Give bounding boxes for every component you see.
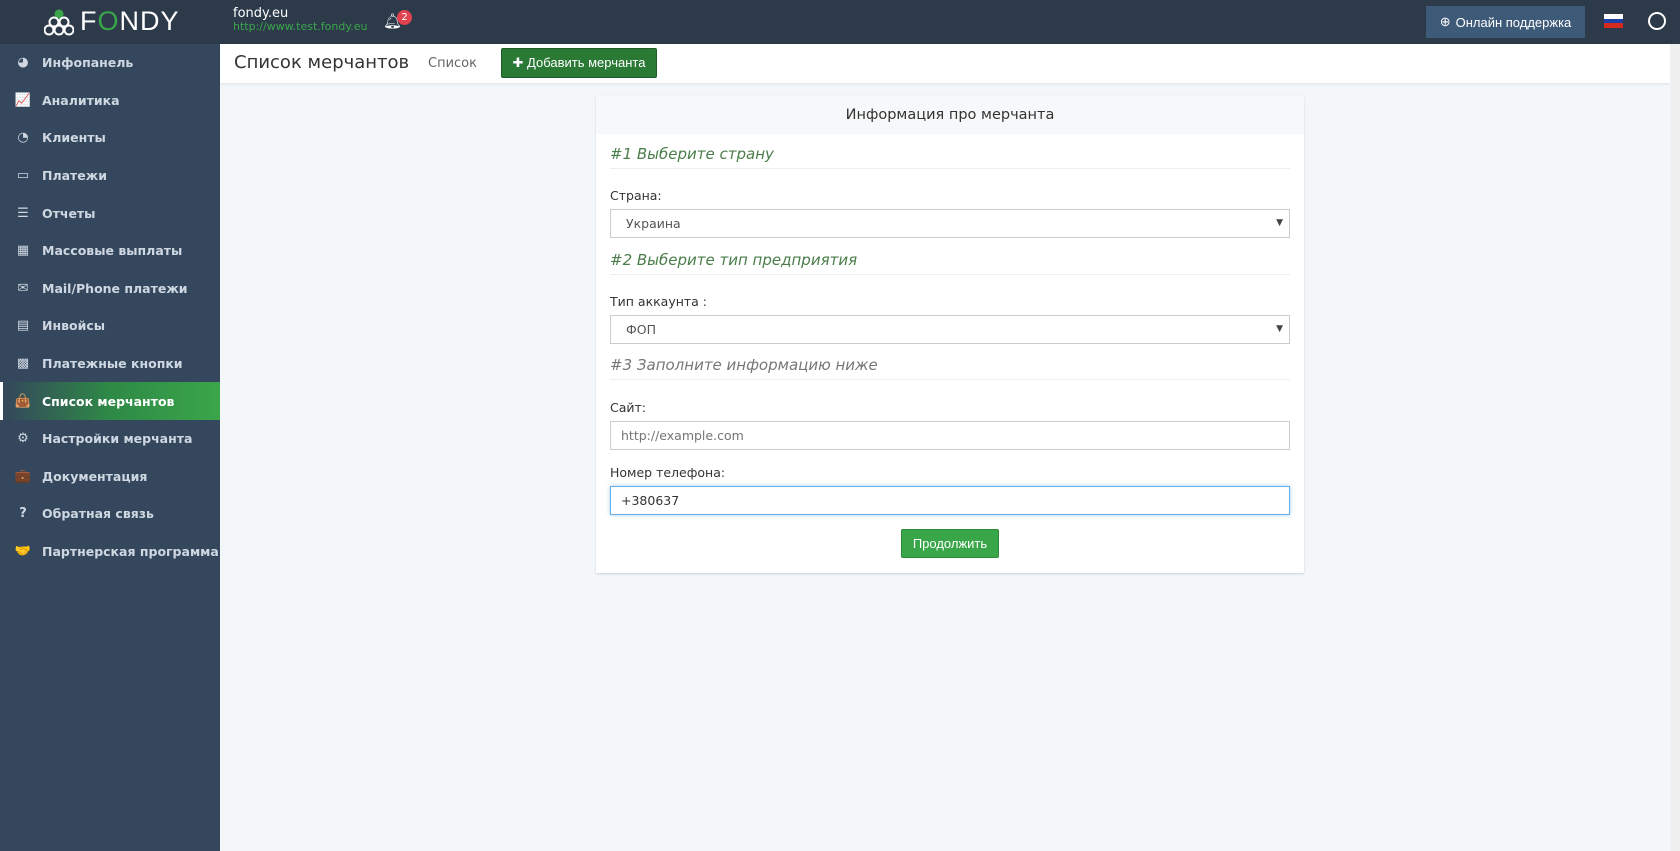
account-type-label: Тип аккаунта :: [610, 294, 708, 309]
sidebar-item-label: Платежи: [42, 168, 107, 184]
shopping-bag-icon: 👜: [14, 393, 32, 409]
file-icon: ▤: [16, 318, 30, 334]
step1-heading: #1 Выберите страну: [610, 145, 1290, 169]
page-title: Список мерчантов: [234, 52, 410, 73]
country-select[interactable]: Украина ▼: [610, 209, 1290, 238]
online-support-button[interactable]: ⊕ Онлайн поддержка: [1426, 6, 1585, 38]
page-header: Список мерчантов Список ✚ Добавить мерча…: [220, 44, 1670, 83]
step3-heading: #3 Заполните информацию ниже: [610, 356, 1290, 380]
logo[interactable]: FONDY: [44, 6, 180, 37]
sidebar-item-label: Отчеты: [42, 205, 96, 221]
sidebar-item[interactable]: ◔ Клиенты: [0, 119, 220, 157]
merchant-info-panel: Информация про мерчанта #1 Выберите стра…: [596, 96, 1304, 573]
add-merchant-label: Добавить мерчанта: [527, 55, 646, 70]
support-label: Онлайн поддержка: [1455, 14, 1572, 30]
pie-chart-icon: ◔: [17, 130, 29, 146]
sidebar-item-label: Партнерская программа: [42, 544, 219, 560]
continue-button[interactable]: Продолжить: [901, 529, 999, 558]
top-bar: FONDY fondy.eu http://www.test.fondy.eu …: [0, 0, 1680, 44]
sidebar-item-label: Платежные кнопки: [42, 356, 183, 372]
briefcase-icon: 💼: [14, 468, 32, 484]
caret-down-icon: ▼: [1276, 324, 1283, 334]
sidebar-item[interactable]: 💼 Документация: [0, 458, 220, 496]
account-type-value: ФОП: [626, 322, 656, 337]
scrollbar[interactable]: [1670, 44, 1680, 851]
sidebar-item-label: Инфопанель: [42, 55, 134, 71]
caret-down-icon: ▼: [1276, 218, 1283, 228]
sidebar-item-label: Список мерчантов: [42, 393, 175, 409]
sidebar-item-label: Документация: [42, 468, 148, 484]
sidebar-item[interactable]: ? Обратная связь: [0, 495, 220, 533]
logo-icon: [44, 9, 74, 35]
sidebar-item-label: Настройки мерчанта: [42, 431, 193, 447]
handshake-icon: 🤝: [14, 544, 32, 560]
site-switcher[interactable]: fondy.eu http://www.test.fondy.eu: [233, 7, 368, 33]
sidebar-item[interactable]: ▭ Платежи: [0, 157, 220, 195]
grid-icon: ▦: [16, 243, 30, 259]
sidebar-item-label: Массовые выплаты: [42, 243, 183, 259]
question-circle-icon: ?: [19, 506, 27, 522]
phone-label: Номер телефона:: [610, 465, 726, 480]
gears-icon: ⚙: [17, 431, 29, 447]
sidebar-item[interactable]: ✉ Mail/Phone платежи: [0, 270, 220, 308]
lifebuoy-icon: ⊕: [1439, 14, 1451, 29]
site-label: Сайт:: [610, 400, 647, 415]
country-label: Страна:: [610, 188, 662, 203]
sidebar-item[interactable]: ◕ Инфопанель: [0, 44, 220, 82]
site-input[interactable]: [610, 421, 1290, 450]
sidebar-item[interactable]: 🤝 Партнерская программа: [0, 533, 220, 571]
site-url: http://www.test.fondy.eu: [233, 20, 368, 33]
country-value: Украина: [626, 216, 681, 231]
envelope-icon: ✉: [17, 280, 29, 296]
sidebar-item[interactable]: 👜 Список мерчантов: [0, 382, 220, 420]
step2-heading: #2 Выберите тип предприятия: [610, 251, 1290, 275]
qrcode-icon: ▩: [16, 356, 30, 372]
line-chart-icon: 📈: [14, 92, 32, 108]
sidebar-item[interactable]: ☰ Отчеты: [0, 194, 220, 232]
server-icon: ☰: [17, 205, 29, 221]
sidebar-item-label: Клиенты: [42, 130, 106, 146]
sidebar-item[interactable]: ▦ Массовые выплаты: [0, 232, 220, 270]
sidebar-item[interactable]: 📈 Аналитика: [0, 82, 220, 120]
account-type-select[interactable]: ФОП ▼: [610, 315, 1290, 344]
user-icon[interactable]: [1648, 12, 1666, 30]
brand-name: FONDY: [80, 6, 180, 36]
russian-flag-icon[interactable]: [1604, 14, 1623, 29]
notification-badge: 2: [397, 10, 412, 25]
sidebar-item-label: Инвойсы: [42, 318, 106, 334]
phone-input[interactable]: [610, 486, 1290, 515]
sidebar-item-label: Mail/Phone платежи: [42, 280, 188, 296]
dashboard-icon: ◕: [17, 55, 29, 71]
sidebar-item[interactable]: ▩ Платежные кнопки: [0, 345, 220, 383]
site-name: fondy.eu: [233, 6, 289, 21]
sidebar-item[interactable]: ⚙ Настройки мерчанта: [0, 420, 220, 458]
plus-icon: ✚: [512, 55, 528, 70]
list-link[interactable]: Список: [428, 56, 477, 71]
credit-card-icon: ▭: [16, 168, 30, 184]
panel-title: Информация про мерчанта: [596, 96, 1304, 134]
sidebar-item[interactable]: ▤ Инвойсы: [0, 307, 220, 345]
add-merchant-button[interactable]: ✚ Добавить мерчанта: [501, 48, 657, 78]
sidebar: ◕ Инфопанель 📈 Аналитика ◔ Клиенты ▭ Платежи ☰ От…: [0, 44, 220, 851]
sidebar-item-label: Обратная связь: [42, 506, 154, 522]
sidebar-item-label: Аналитика: [42, 92, 120, 108]
